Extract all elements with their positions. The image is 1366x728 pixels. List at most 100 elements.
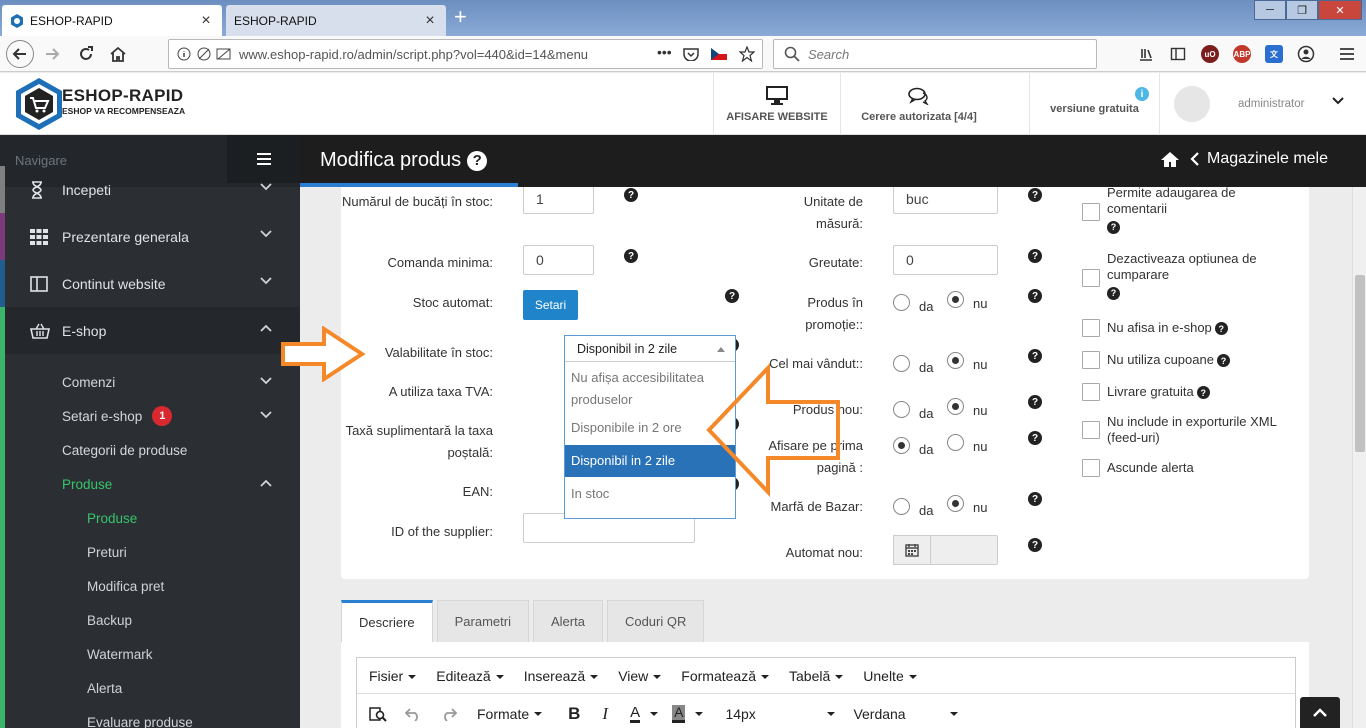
editor-menu-edit[interactable]: Editează	[436, 668, 503, 684]
sidebar-sub2-modifica-pret[interactable]: Modifica pret	[0, 569, 300, 603]
scroll-to-top-button[interactable]	[1300, 697, 1340, 728]
min-order-input[interactable]: 0	[523, 245, 594, 275]
browser-tab[interactable]: ESHOP-RAPID ×	[226, 5, 446, 36]
editor-menu-insert[interactable]: Inserează	[524, 668, 598, 684]
disable-buy-checkbox[interactable]	[1082, 269, 1100, 287]
page-actions-icon[interactable]: •••	[657, 44, 672, 60]
sidebar-sub2-evaluare[interactable]: Evaluare produse	[0, 705, 300, 728]
close-tab-icon[interactable]: ×	[198, 12, 214, 29]
new-yes-radio[interactable]	[893, 401, 910, 418]
close-tab-icon[interactable]: ×	[422, 12, 438, 29]
help-icon[interactable]: ?	[1028, 249, 1042, 263]
reload-icon[interactable]	[72, 40, 100, 68]
account-icon[interactable]	[1297, 45, 1315, 63]
display-website-button[interactable]: AFISARE WEBSITE	[713, 73, 840, 135]
tab-descriere[interactable]: Descriere	[341, 600, 433, 642]
sidebar-sub-categorii[interactable]: Categorii de produse	[0, 433, 300, 467]
free-shipping-checkbox[interactable]	[1082, 383, 1100, 401]
help-icon[interactable]: ?	[1028, 538, 1042, 552]
help-icon[interactable]: ?	[467, 150, 488, 171]
editor-menu-table[interactable]: Tabelă	[789, 668, 843, 684]
promo-yes-radio[interactable]	[893, 294, 910, 311]
help-icon[interactable]: ?	[1028, 492, 1042, 506]
version-indicator[interactable]: versiune gratuita i	[1029, 73, 1159, 135]
pocket-icon[interactable]	[683, 47, 699, 61]
no-coupons-checkbox[interactable]	[1082, 351, 1100, 369]
bestseller-no-radio[interactable]	[947, 352, 964, 369]
sidebar-item-continut[interactable]: Continut website	[0, 260, 300, 307]
pieces-input[interactable]: 1	[523, 187, 594, 214]
settings-button[interactable]: Setari	[523, 290, 578, 320]
sidebar-sub2-alerta[interactable]: Alerta	[0, 671, 300, 705]
help-icon[interactable]: ?	[1107, 220, 1120, 234]
translate-icon[interactable]: 文	[1265, 45, 1283, 63]
homepage-no-radio[interactable]	[947, 434, 964, 451]
home-icon[interactable]	[1160, 151, 1180, 167]
ublock-icon[interactable]: uO	[1201, 45, 1219, 63]
no-xml-checkbox[interactable]	[1082, 421, 1100, 439]
find-replace-icon[interactable]	[369, 706, 387, 722]
page-scrollbar[interactable]	[1352, 187, 1366, 728]
sidebar-sub-produse[interactable]: Produse	[0, 467, 300, 501]
sidebar-sub-comenzi[interactable]: Comenzi	[0, 365, 300, 399]
font-size-select[interactable]: 14px	[725, 706, 836, 722]
calendar-icon[interactable]	[893, 535, 931, 565]
tab-parametri[interactable]: Parametri	[436, 600, 529, 642]
minimize-icon[interactable]: ─	[1254, 0, 1286, 20]
scrollbar-thumb[interactable]	[1355, 275, 1365, 452]
logo[interactable]: ESHOP-RAPID ESHOP VA RECOMPENSEAZA	[14, 77, 185, 131]
help-icon[interactable]: ?	[624, 188, 638, 202]
help-icon[interactable]: ?	[624, 249, 638, 263]
weight-input[interactable]: 0	[893, 245, 998, 275]
tab-alerta[interactable]: Alerta	[532, 600, 603, 642]
format-dropdown[interactable]: Formate	[477, 706, 543, 722]
sidebar-sub2-produse[interactable]: Produse	[0, 501, 300, 535]
sidebar-item-eshop[interactable]: E-shop	[0, 307, 300, 354]
editor-menu-tools[interactable]: Unelte	[863, 668, 916, 684]
editor-menu-file[interactable]: Fisier	[369, 668, 416, 684]
close-window-icon[interactable]: ✕	[1318, 0, 1362, 20]
help-icon[interactable]: ?	[1107, 286, 1120, 300]
user-menu[interactable]: administrator	[1159, 73, 1366, 135]
bookmark-star-icon[interactable]	[739, 46, 755, 62]
bazaar-no-radio[interactable]	[947, 495, 964, 512]
my-stores-link[interactable]: Magazinele mele	[1207, 150, 1328, 168]
hide-alert-checkbox[interactable]	[1082, 459, 1100, 477]
sidebar-sub2-backup[interactable]: Backup	[0, 603, 300, 637]
hide-eshop-checkbox[interactable]	[1082, 319, 1100, 337]
new-tab-icon[interactable]: +	[454, 6, 467, 28]
font-family-select[interactable]: Verdana	[853, 706, 959, 722]
promo-no-radio[interactable]	[947, 291, 964, 308]
back-icon[interactable]	[6, 40, 34, 68]
bold-icon[interactable]: B	[568, 704, 580, 724]
new-no-radio[interactable]	[947, 398, 964, 415]
help-icon[interactable]: ?	[1028, 395, 1042, 409]
caret-down-icon[interactable]	[650, 712, 659, 716]
undo-icon[interactable]	[405, 707, 421, 721]
help-icon[interactable]: ?	[1028, 431, 1042, 445]
help-icon[interactable]: ?	[1214, 322, 1228, 336]
help-icon[interactable]: ?	[1028, 188, 1042, 202]
forward-icon[interactable]	[38, 40, 66, 68]
background-color-icon[interactable]: A	[672, 705, 686, 723]
editor-menu-format[interactable]: Formatează	[681, 668, 769, 684]
address-bar[interactable]: www.eshop-rapid.ro/admin/script.php?vol=…	[168, 39, 763, 69]
bestseller-yes-radio[interactable]	[893, 355, 910, 372]
info-icon[interactable]	[177, 47, 191, 61]
tab-coduri-qr[interactable]: Coduri QR	[606, 600, 705, 642]
redo-icon[interactable]	[441, 707, 457, 721]
bazaar-yes-radio[interactable]	[893, 498, 910, 515]
caret-down-icon[interactable]	[695, 712, 704, 716]
availability-select[interactable]: Disponibil in 2 zile	[565, 336, 735, 362]
sidebar-item-prezentare[interactable]: Prezentare generala	[0, 213, 300, 260]
help-icon[interactable]: ?	[1028, 349, 1042, 363]
unit-input[interactable]: buc	[893, 187, 998, 214]
help-icon[interactable]: ?	[1216, 354, 1230, 368]
search-input[interactable]: Search	[773, 39, 1097, 69]
menu-icon[interactable]	[1338, 45, 1356, 63]
adblock-plus-icon[interactable]: ABP	[1233, 45, 1251, 63]
sidebar-item-incepeti[interactable]: Incepeti	[0, 166, 300, 213]
help-icon[interactable]: ?	[725, 289, 739, 303]
tracking-protection-icon[interactable]	[197, 47, 211, 61]
sidebar-sub-setari[interactable]: Setari e-shop 1	[0, 399, 300, 433]
